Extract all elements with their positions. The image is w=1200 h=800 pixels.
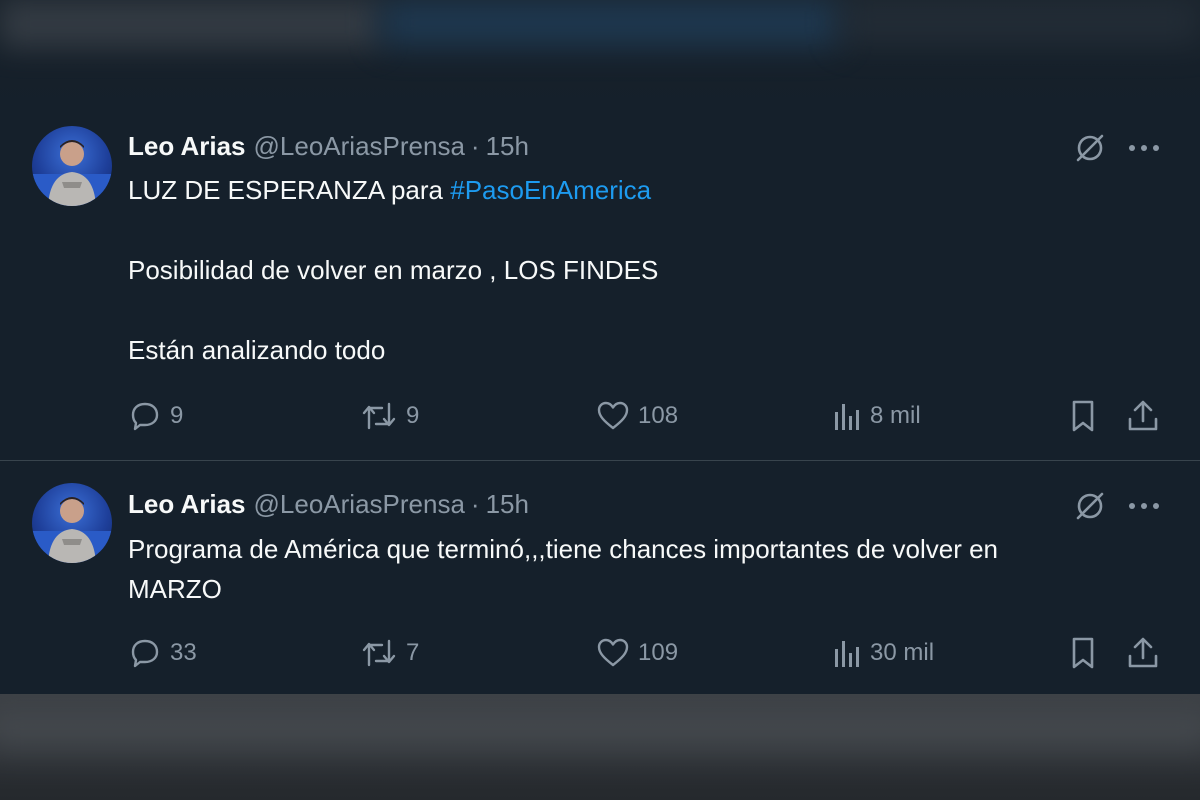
tweet-header: Leo Arias @LeoAriasPrensa · 15h xyxy=(128,130,529,162)
retweet-icon xyxy=(362,639,396,667)
tweet[interactable]: Leo Arias @LeoAriasPrensa · 15h Programa… xyxy=(0,461,1200,694)
tweet-header: Leo Arias @LeoAriasPrensa · 15h xyxy=(128,488,529,520)
timestamp[interactable]: 15h xyxy=(486,131,529,162)
author-name[interactable]: Leo Arias xyxy=(128,489,246,520)
share-button[interactable] xyxy=(1126,396,1160,436)
hashtag-link[interactable]: #PasoEnAmerica xyxy=(450,175,651,205)
avatar[interactable] xyxy=(32,483,112,563)
tweet[interactable]: Leo Arias @LeoAriasPrensa · 15h LUZ DE E… xyxy=(0,108,1200,460)
author-name[interactable]: Leo Arias xyxy=(128,131,246,162)
tweet-text-line: LUZ DE ESPERANZA para xyxy=(128,175,451,205)
views-button[interactable]: 8 mil xyxy=(832,396,921,436)
reply-button[interactable]: 9 xyxy=(128,396,183,436)
reply-count: 33 xyxy=(170,639,197,666)
like-button[interactable]: 109 xyxy=(596,633,678,673)
blurred-bottom-region xyxy=(0,694,1200,800)
tweet-text-line: Programa de América que terminó,,,tiene … xyxy=(128,534,999,564)
like-count: 108 xyxy=(638,402,679,429)
grok-icon[interactable] xyxy=(1072,130,1108,166)
share-icon xyxy=(1128,637,1158,668)
like-button[interactable]: 108 xyxy=(596,396,678,436)
separator-dot: · xyxy=(470,130,480,161)
bookmark-icon xyxy=(1072,637,1094,669)
reply-icon xyxy=(131,639,159,668)
share-button[interactable] xyxy=(1126,633,1160,673)
timeline: Leo Arias @LeoAriasPrensa · 15h LUZ DE E… xyxy=(0,0,1200,800)
like-count: 109 xyxy=(638,639,679,666)
retweet-button[interactable]: 9 xyxy=(360,396,419,436)
retweet-button[interactable]: 7 xyxy=(360,633,419,673)
author-handle[interactable]: @LeoAriasPrensa xyxy=(254,489,465,520)
views-button[interactable]: 30 mil xyxy=(832,633,934,673)
blurred-top-region xyxy=(0,0,1200,108)
tweet-actions: 9 9 108 8 mil xyxy=(128,396,1168,436)
tweet-text: Programa de América que terminó,,,tiene … xyxy=(128,529,1168,609)
views-count: 30 mil xyxy=(870,639,935,666)
avatar[interactable] xyxy=(32,126,112,206)
retweet-count: 9 xyxy=(406,402,420,429)
timestamp[interactable]: 15h xyxy=(486,489,529,520)
grok-icon[interactable] xyxy=(1072,488,1108,524)
author-handle[interactable]: @LeoAriasPrensa xyxy=(254,131,465,162)
tweet-text-line: MARZO xyxy=(128,574,222,604)
reply-count: 9 xyxy=(170,402,184,429)
reply-icon xyxy=(131,402,159,431)
analytics-icon xyxy=(835,404,859,430)
heart-icon xyxy=(597,401,629,430)
bookmark-button[interactable] xyxy=(1068,633,1098,673)
bookmark-icon xyxy=(1072,400,1094,432)
more-icon[interactable] xyxy=(1126,488,1162,524)
tweet-text-line: Están analizando todo xyxy=(128,335,386,365)
tweet-actions: 33 7 109 30 mil xyxy=(128,633,1168,673)
tweet-text-line: Posibilidad de volver en marzo , LOS FIN… xyxy=(128,255,659,285)
separator-dot: · xyxy=(470,488,480,519)
share-icon xyxy=(1128,400,1158,431)
more-icon[interactable] xyxy=(1126,130,1162,166)
heart-icon xyxy=(597,638,629,667)
tweet-text: LUZ DE ESPERANZA para #PasoEnAmerica Pos… xyxy=(128,170,1168,370)
views-count: 8 mil xyxy=(870,402,921,429)
analytics-icon xyxy=(835,641,859,667)
retweet-icon xyxy=(362,402,396,430)
reply-button[interactable]: 33 xyxy=(128,633,197,673)
bookmark-button[interactable] xyxy=(1068,396,1098,436)
retweet-count: 7 xyxy=(406,639,420,666)
